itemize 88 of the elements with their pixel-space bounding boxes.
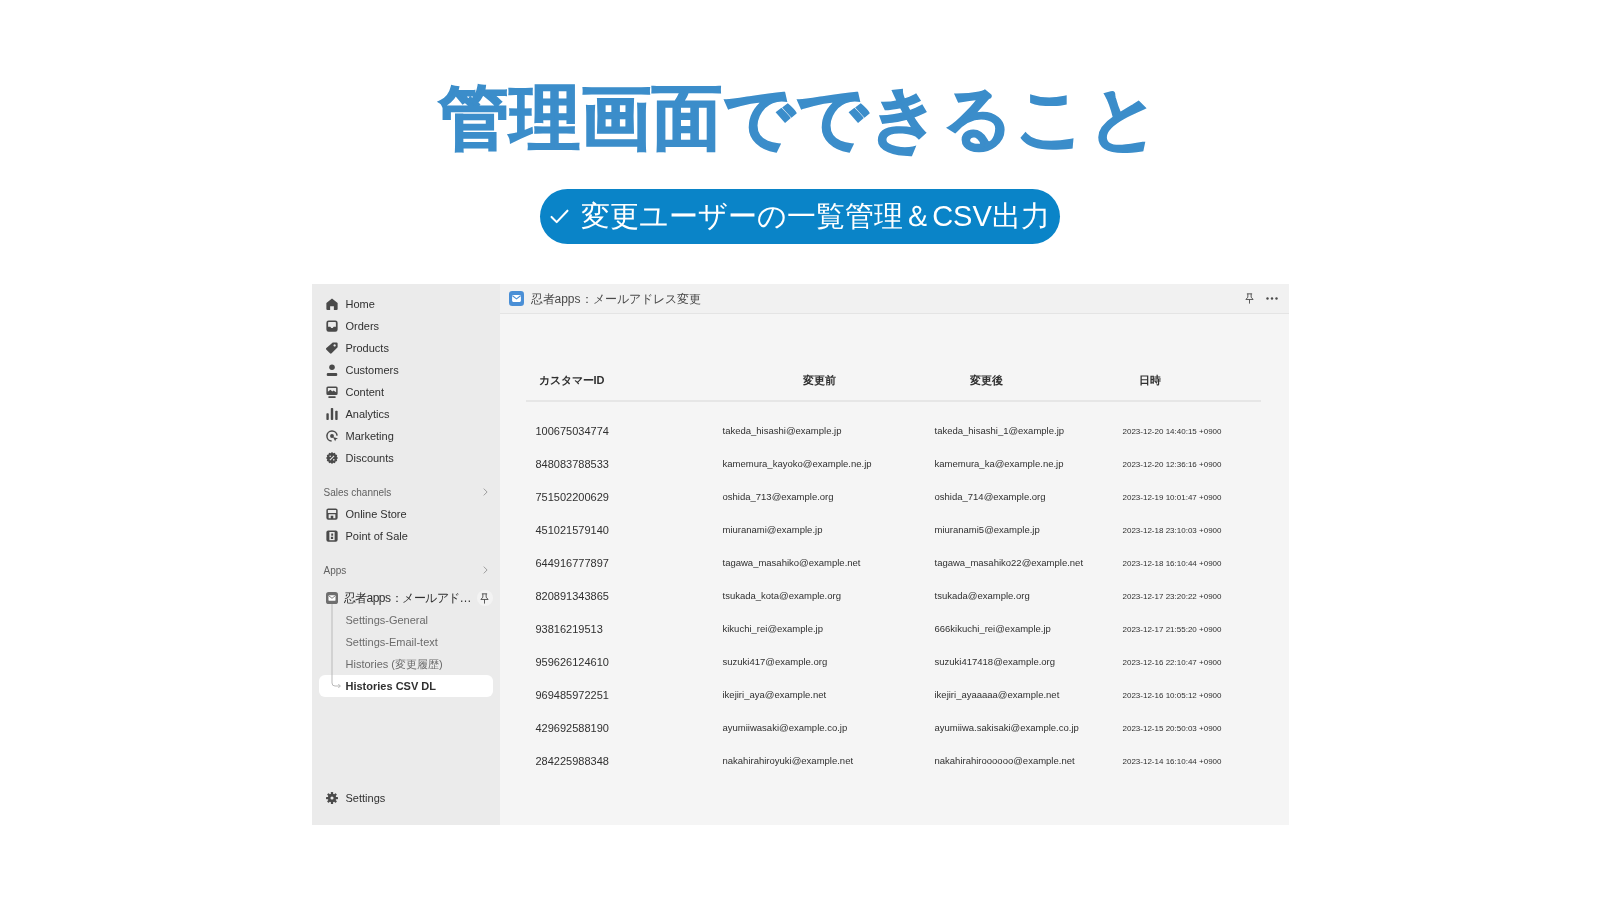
customer-id-text: 959626124610 bbox=[535, 655, 609, 671]
new-email-text: takeda_hisashi_1@example.jp bbox=[934, 424, 1065, 439]
pin-button[interactable] bbox=[476, 590, 493, 606]
customer-id-text: 820891343865 bbox=[535, 589, 609, 605]
sidebar-item[interactable]: Online Store bbox=[318, 503, 493, 525]
old-email-text: kamemura_kayoko@example.ne.jp bbox=[722, 457, 872, 472]
feature-text: 変更ユーザーの一覧管理＆CSV出力 bbox=[581, 202, 1050, 231]
chevron-right-icon bbox=[482, 488, 488, 496]
customer-id-text: 451021579140 bbox=[535, 523, 609, 539]
sidebar-item[interactable]: 忍者apps：メールアド… bbox=[318, 587, 477, 609]
pin-icon bbox=[480, 592, 489, 604]
settings-icon bbox=[325, 792, 338, 804]
sidebar-subitem[interactable]: Settings-Email-text bbox=[318, 631, 493, 653]
tag-icon bbox=[325, 342, 338, 354]
envelope-icon bbox=[325, 592, 338, 604]
old-email-text: suzuki417@example.org bbox=[722, 655, 828, 670]
timestamp-text: 2023-12-20 12:36:16 +0900 bbox=[1122, 458, 1222, 471]
sidebar-item[interactable]: Orders bbox=[318, 315, 493, 337]
new-email-text: tsukada@example.org bbox=[934, 589, 1030, 604]
sidebar-item[interactable]: Customers bbox=[318, 359, 493, 381]
sidebar-item[interactable]: Point of Sale bbox=[318, 525, 493, 547]
customer-id-text: 848083788533 bbox=[535, 457, 609, 473]
customer-id-text: 751502200629 bbox=[535, 490, 609, 506]
home-icon bbox=[325, 298, 338, 310]
new-email-text: oshida_714@example.org bbox=[934, 490, 1046, 505]
discount-badge-icon bbox=[325, 452, 338, 464]
new-email-text: 666kikuchi_rei@example.jp bbox=[934, 622, 1051, 637]
more-icon bbox=[1265, 297, 1278, 300]
pin-icon bbox=[1245, 293, 1254, 304]
customer-id-text: 93816219513 bbox=[535, 622, 603, 638]
new-email-text: ayumiiwa.sakisaki@example.co.jp bbox=[934, 721, 1079, 736]
old-email-text: miuranami@example.jp bbox=[722, 523, 823, 538]
app-title: 忍者apps：メールアドレス変更 bbox=[530, 290, 701, 308]
timestamp-text: 2023-12-18 16:10:44 +0900 bbox=[1122, 557, 1222, 570]
check-icon bbox=[550, 209, 570, 224]
old-email-text: tsukada_kota@example.org bbox=[722, 589, 841, 604]
new-email-text: tagawa_masahiko22@example.net bbox=[934, 556, 1084, 571]
sidebar-item[interactable]: Marketing bbox=[318, 425, 493, 447]
old-email-text: takeda_hisashi@example.jp bbox=[722, 424, 842, 439]
monitor-icon bbox=[325, 386, 338, 398]
new-email-text: kamemura_ka@example.ne.jp bbox=[934, 457, 1064, 472]
new-email-text: miuranami5@example.jp bbox=[934, 523, 1040, 538]
old-email-text: tagawa_masahiko@example.net bbox=[722, 556, 861, 571]
sidebar-subitem[interactable]: Histories CSV DL bbox=[318, 675, 493, 697]
old-email-text: kikuchi_rei@example.jp bbox=[722, 622, 823, 637]
new-email-text: nakahirahiroooooo@example.net bbox=[934, 754, 1075, 769]
timestamp-text: 2023-12-17 21:55:20 +0900 bbox=[1122, 623, 1222, 636]
column-header: 日時 bbox=[1138, 372, 1161, 388]
sidebar-item[interactable]: Home bbox=[318, 293, 493, 315]
sidebar-subitem[interactable]: Settings-General bbox=[318, 609, 493, 631]
column-header: 変更後 bbox=[969, 372, 1003, 388]
customer-id-text: 644916777897 bbox=[535, 556, 609, 572]
customer-id-text: 100675034774 bbox=[535, 424, 609, 440]
timestamp-text: 2023-12-16 22:10:47 +0900 bbox=[1122, 656, 1222, 669]
chevron-right-icon bbox=[482, 566, 488, 574]
old-email-text: oshida_713@example.org bbox=[722, 490, 834, 505]
customer-id-text: 429692588190 bbox=[535, 721, 609, 737]
envelope-icon bbox=[508, 291, 524, 306]
column-header: 変更前 bbox=[802, 372, 836, 388]
new-email-text: suzuki417418@example.org bbox=[934, 655, 1056, 670]
old-email-text: ayumiiwasaki@example.co.jp bbox=[722, 721, 848, 736]
person-icon bbox=[325, 364, 338, 376]
sidebar-subitem[interactable]: Histories (変更履歴) bbox=[318, 653, 493, 675]
timestamp-text: 2023-12-15 20:50:03 +0900 bbox=[1122, 722, 1222, 735]
target-icon bbox=[325, 430, 338, 442]
customer-id-text: 969485972251 bbox=[535, 688, 609, 704]
sidebar-item[interactable]: Products bbox=[318, 337, 493, 359]
section-heading[interactable]: Apps bbox=[318, 559, 493, 581]
customer-id-text: 284225988348 bbox=[535, 754, 609, 770]
timestamp-text: 2023-12-14 16:10:44 +0900 bbox=[1122, 755, 1222, 768]
section-heading[interactable]: Sales channels bbox=[318, 481, 493, 503]
timestamp-text: 2023-12-16 10:05:12 +0900 bbox=[1122, 689, 1222, 702]
bar-chart-icon bbox=[325, 408, 338, 420]
new-email-text: ikejiri_ayaaaaa@example.net bbox=[934, 688, 1060, 703]
device-icon bbox=[325, 530, 338, 542]
storefront-icon bbox=[325, 508, 338, 520]
timestamp-text: 2023-12-17 23:20:22 +0900 bbox=[1122, 590, 1222, 603]
sidebar-item[interactable]: Settings bbox=[318, 787, 493, 809]
old-email-text: ikejiri_aya@example.net bbox=[722, 688, 827, 703]
timestamp-text: 2023-12-20 14:40:15 +0900 bbox=[1122, 425, 1222, 438]
sidebar-item[interactable]: Content bbox=[318, 381, 493, 403]
timestamp-text: 2023-12-19 10:01:47 +0900 bbox=[1122, 491, 1222, 504]
sidebar-item[interactable]: Analytics bbox=[318, 403, 493, 425]
inbox-icon bbox=[325, 320, 338, 332]
old-email-text: nakahirahiroyuki@example.net bbox=[722, 754, 854, 769]
column-header: カスタマーID bbox=[538, 372, 605, 388]
sidebar-item[interactable]: Discounts bbox=[318, 447, 493, 469]
timestamp-text: 2023-12-18 23:10:03 +0900 bbox=[1122, 524, 1222, 537]
